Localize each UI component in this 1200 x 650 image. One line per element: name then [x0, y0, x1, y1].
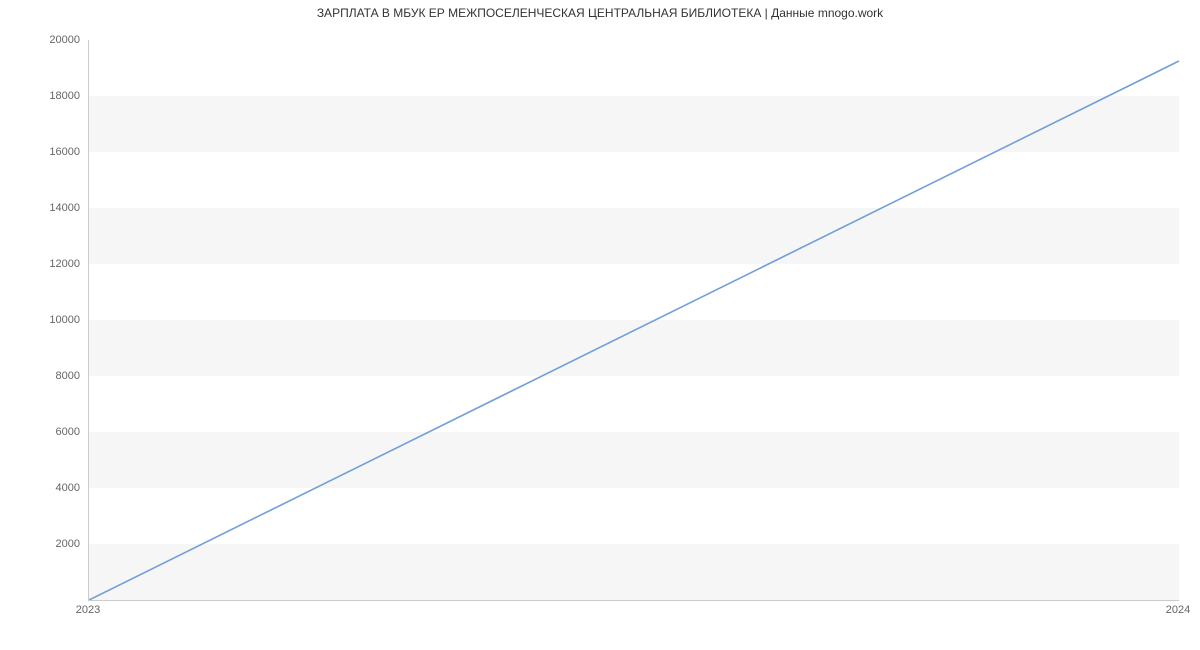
y-tick-label: 4000 — [0, 482, 80, 494]
line-chart: ЗАРПЛАТА В МБУК ЕР МЕЖПОСЕЛЕНЧЕСКАЯ ЦЕНТ… — [0, 0, 1200, 650]
x-tick-label: 2023 — [76, 604, 100, 616]
y-tick-label: 16000 — [0, 146, 80, 158]
y-tick-label: 8000 — [0, 370, 80, 382]
x-tick-label: 2024 — [1166, 604, 1190, 616]
y-tick-label: 20000 — [0, 34, 80, 46]
y-tick-label: 14000 — [0, 202, 80, 214]
y-tick-label: 10000 — [0, 314, 80, 326]
line-series — [89, 40, 1179, 600]
chart-title: ЗАРПЛАТА В МБУК ЕР МЕЖПОСЕЛЕНЧЕСКАЯ ЦЕНТ… — [0, 6, 1200, 20]
series-line — [89, 61, 1179, 600]
y-tick-label: 12000 — [0, 258, 80, 270]
y-tick-label: 18000 — [0, 90, 80, 102]
y-tick-label: 2000 — [0, 538, 80, 550]
y-tick-label: 6000 — [0, 426, 80, 438]
plot-area — [88, 40, 1179, 601]
